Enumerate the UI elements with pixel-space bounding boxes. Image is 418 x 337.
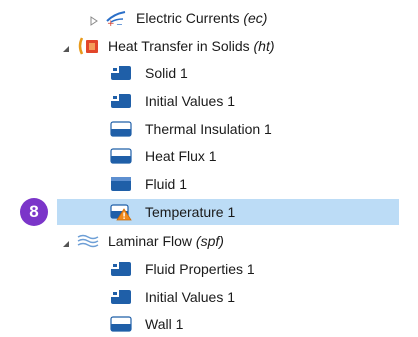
node-label: Temperature 1 (145, 204, 236, 220)
domain-node-icon (110, 260, 132, 278)
model-builder-tree: + − Electric Currents (ec) Heat Transfer… (0, 0, 418, 335)
node-label: Laminar Flow (spf) (108, 233, 224, 249)
domain-node-icon (110, 175, 132, 193)
node-label: Electric Currents (ec) (136, 10, 268, 26)
tree-node-initial-values-lf[interactable]: Initial Values 1 (0, 284, 418, 310)
electric-currents-icon: + − (105, 9, 127, 27)
tree-node-initial-values[interactable]: Initial Values 1 (0, 88, 418, 114)
domain-node-icon (110, 288, 132, 306)
node-label: Heat Flux 1 (145, 148, 217, 164)
tree-node-temperature[interactable]: Temperature 1 (57, 199, 399, 225)
node-label: Initial Values 1 (145, 289, 236, 305)
node-label: Wall 1 (145, 316, 184, 332)
boundary-node-icon (110, 315, 132, 333)
domain-node-icon (110, 64, 132, 82)
collapse-arrow-icon[interactable] (61, 236, 71, 247)
node-label: Thermal Insulation 1 (145, 121, 272, 137)
svg-text:−: − (116, 20, 123, 27)
tree-node-fluid-properties[interactable]: Fluid Properties 1 (0, 256, 418, 282)
boundary-node-icon (110, 147, 132, 165)
boundary-warning-icon (110, 203, 132, 221)
tree-node-solid[interactable]: Solid 1 (0, 60, 418, 86)
boundary-node-icon (110, 120, 132, 138)
node-label: Fluid Properties 1 (145, 261, 255, 277)
svg-text:+: + (107, 19, 115, 27)
domain-node-icon (110, 92, 132, 110)
callout-number-badge: 8 (20, 198, 48, 226)
tree-node-electric-currents[interactable]: + − Electric Currents (ec) (0, 5, 418, 31)
laminar-flow-icon (77, 232, 99, 250)
tree-node-heat-flux[interactable]: Heat Flux 1 (0, 143, 418, 169)
collapse-arrow-icon[interactable] (61, 41, 71, 52)
tree-node-wall[interactable]: Wall 1 (0, 311, 418, 337)
heat-transfer-icon (77, 37, 99, 55)
tree-node-fluid[interactable]: Fluid 1 (0, 171, 418, 197)
node-label: Heat Transfer in Solids (ht) (108, 38, 275, 54)
node-label: Solid 1 (145, 65, 188, 81)
tree-node-laminar-flow[interactable]: Laminar Flow (spf) (0, 228, 418, 254)
node-label: Fluid 1 (145, 176, 188, 192)
tree-node-heat-transfer[interactable]: Heat Transfer in Solids (ht) (0, 33, 418, 59)
tree-node-thermal-insulation[interactable]: Thermal Insulation 1 (0, 116, 418, 142)
expand-arrow-icon[interactable] (89, 13, 99, 26)
node-label: Initial Values 1 (145, 93, 236, 109)
